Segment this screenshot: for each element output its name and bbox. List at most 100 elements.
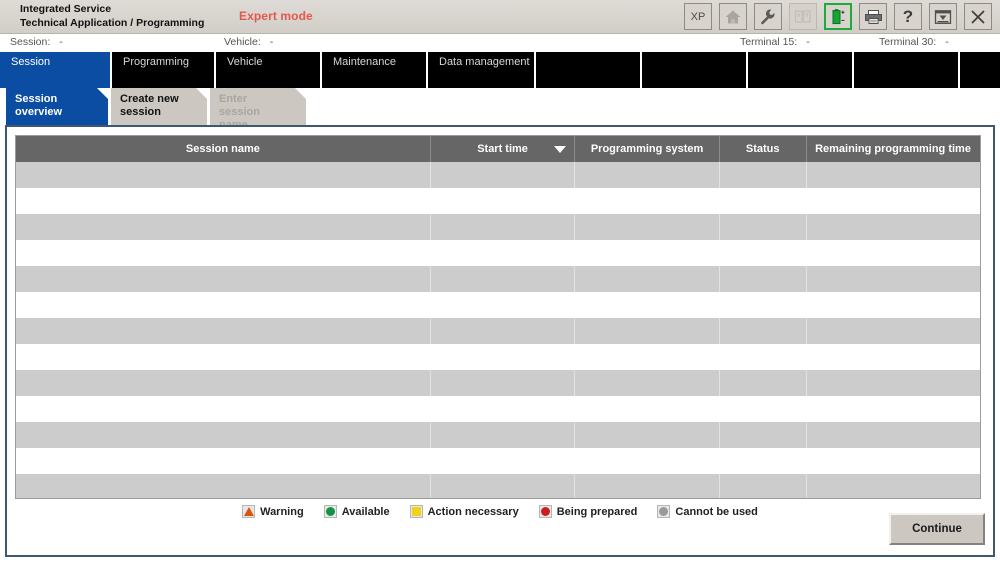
nav-tab-vehicle[interactable]: Vehicle bbox=[216, 52, 320, 88]
table-row[interactable] bbox=[16, 266, 980, 292]
wrench-icon bbox=[759, 8, 777, 26]
status-session-value: - bbox=[59, 36, 63, 48]
table-row[interactable] bbox=[16, 318, 980, 344]
application-title: Integrated Service Technical Application… bbox=[20, 3, 204, 30]
status-green-icon bbox=[323, 505, 337, 518]
table-row[interactable] bbox=[16, 162, 980, 188]
sub-tab-session-overview[interactable]: Session overview bbox=[6, 88, 108, 126]
table-row[interactable] bbox=[16, 292, 980, 318]
column-header-label: Session name bbox=[185, 143, 260, 155]
table-cell bbox=[574, 318, 720, 344]
column-header-remaining-programming-time[interactable]: Remaining programming time bbox=[806, 136, 980, 162]
table-cell bbox=[16, 422, 431, 448]
table-row[interactable] bbox=[16, 344, 980, 370]
continue-button[interactable]: Continue bbox=[889, 513, 985, 545]
table-cell bbox=[574, 162, 720, 188]
session-table-container[interactable]: Session name Start time Programming system… bbox=[15, 135, 981, 499]
nav-tab-label: Session bbox=[11, 56, 51, 68]
column-header-programming-system[interactable]: Programming system bbox=[574, 136, 720, 162]
brand-line-1: Integrated Service bbox=[20, 3, 112, 15]
table-cell bbox=[806, 448, 980, 474]
xp-mode-button[interactable]: XP bbox=[684, 3, 712, 30]
table-cell bbox=[574, 188, 720, 214]
table-cell bbox=[719, 344, 807, 370]
table-cell bbox=[719, 422, 807, 448]
status-terminal-15: Terminal 15: - bbox=[740, 36, 810, 48]
table-cell bbox=[806, 188, 980, 214]
table-row[interactable] bbox=[16, 474, 980, 498]
table-cell bbox=[430, 162, 576, 188]
table-row[interactable] bbox=[16, 214, 980, 240]
table-cell bbox=[806, 162, 980, 188]
table-cell bbox=[574, 474, 720, 498]
table-row[interactable] bbox=[16, 422, 980, 448]
sub-tab-create-new-session[interactable]: Create new session bbox=[111, 88, 207, 126]
minimize-button[interactable] bbox=[929, 3, 957, 30]
column-header-session-name[interactable]: Session name bbox=[16, 136, 431, 162]
legend-item-cannot-be-used: Cannot be used bbox=[657, 505, 758, 518]
legend-label: Available bbox=[341, 505, 390, 518]
table-cell bbox=[574, 448, 720, 474]
column-header-status[interactable]: Status bbox=[719, 136, 807, 162]
table-cell bbox=[719, 396, 807, 422]
battery-icon bbox=[829, 8, 847, 26]
header-toolbar: XP ? bbox=[684, 3, 992, 30]
table-cell bbox=[430, 318, 576, 344]
print-button[interactable] bbox=[859, 3, 887, 30]
content-panel: Session name Start time Programming system… bbox=[5, 125, 995, 557]
table-cell bbox=[430, 448, 575, 474]
nav-tab-programming[interactable]: Programming bbox=[112, 52, 214, 88]
column-header-label: Programming system bbox=[590, 143, 704, 155]
table-row[interactable] bbox=[16, 370, 980, 396]
sort-descending-icon[interactable] bbox=[554, 146, 567, 153]
legend-item-available: Available bbox=[323, 505, 390, 518]
table-cell bbox=[430, 474, 576, 498]
table-cell bbox=[806, 240, 980, 266]
table-cell bbox=[719, 318, 807, 344]
table-cell bbox=[806, 344, 980, 370]
sub-tab-label: Create new session bbox=[120, 93, 179, 118]
application-header: Integrated Service Technical Application… bbox=[0, 0, 1000, 34]
nav-tab-empty-9 bbox=[960, 52, 1000, 88]
table-row[interactable] bbox=[16, 396, 980, 422]
status-vehicle-value: - bbox=[269, 36, 274, 48]
sub-tab-enter-session-name: Enter session name bbox=[210, 88, 306, 126]
column-header-label: Start time bbox=[477, 143, 528, 155]
table-cell bbox=[574, 240, 720, 266]
nav-tab-maintenance[interactable]: Maintenance bbox=[322, 52, 426, 88]
table-cell bbox=[16, 266, 431, 292]
legend-label: Cannot be used bbox=[675, 505, 758, 518]
xp-text-icon: XP bbox=[690, 10, 706, 23]
printer-icon bbox=[864, 9, 883, 25]
nav-tab-data-management[interactable]: Data management bbox=[428, 52, 534, 88]
table-cell bbox=[719, 240, 807, 266]
legend-marker bbox=[243, 507, 254, 516]
help-button[interactable]: ? bbox=[894, 3, 922, 30]
main-navigation: Session Programming Vehicle Maintenance Data… bbox=[0, 52, 1000, 88]
legend-item-action-necessary: Action necessary bbox=[409, 505, 519, 518]
column-header-start-time[interactable]: Start time bbox=[430, 136, 576, 162]
home-button[interactable] bbox=[719, 3, 747, 30]
table-row[interactable] bbox=[16, 448, 980, 474]
table-cell bbox=[574, 396, 720, 422]
table-cell bbox=[719, 292, 807, 318]
nav-tab-session[interactable]: Session bbox=[0, 52, 110, 88]
status-yellow-icon bbox=[409, 505, 423, 518]
table-cell bbox=[16, 240, 431, 266]
table-cell bbox=[430, 266, 576, 292]
table-row[interactable] bbox=[16, 188, 980, 214]
settings-button[interactable] bbox=[754, 3, 782, 30]
table-cell bbox=[430, 370, 576, 396]
close-button[interactable] bbox=[964, 3, 992, 30]
nav-tab-empty-7 bbox=[748, 52, 852, 88]
table-row[interactable] bbox=[16, 240, 980, 266]
table-cell bbox=[719, 370, 807, 396]
status-terminal-30-value: - bbox=[945, 36, 949, 48]
brand-line-2: Technical Application / Programming bbox=[20, 16, 205, 29]
table-cell bbox=[430, 422, 576, 448]
legend-item-warning: Warning bbox=[242, 505, 304, 518]
nav-tab-empty-8 bbox=[854, 52, 958, 88]
battery-button[interactable] bbox=[824, 3, 852, 30]
table-cell bbox=[16, 214, 431, 240]
table-cell bbox=[430, 240, 575, 266]
